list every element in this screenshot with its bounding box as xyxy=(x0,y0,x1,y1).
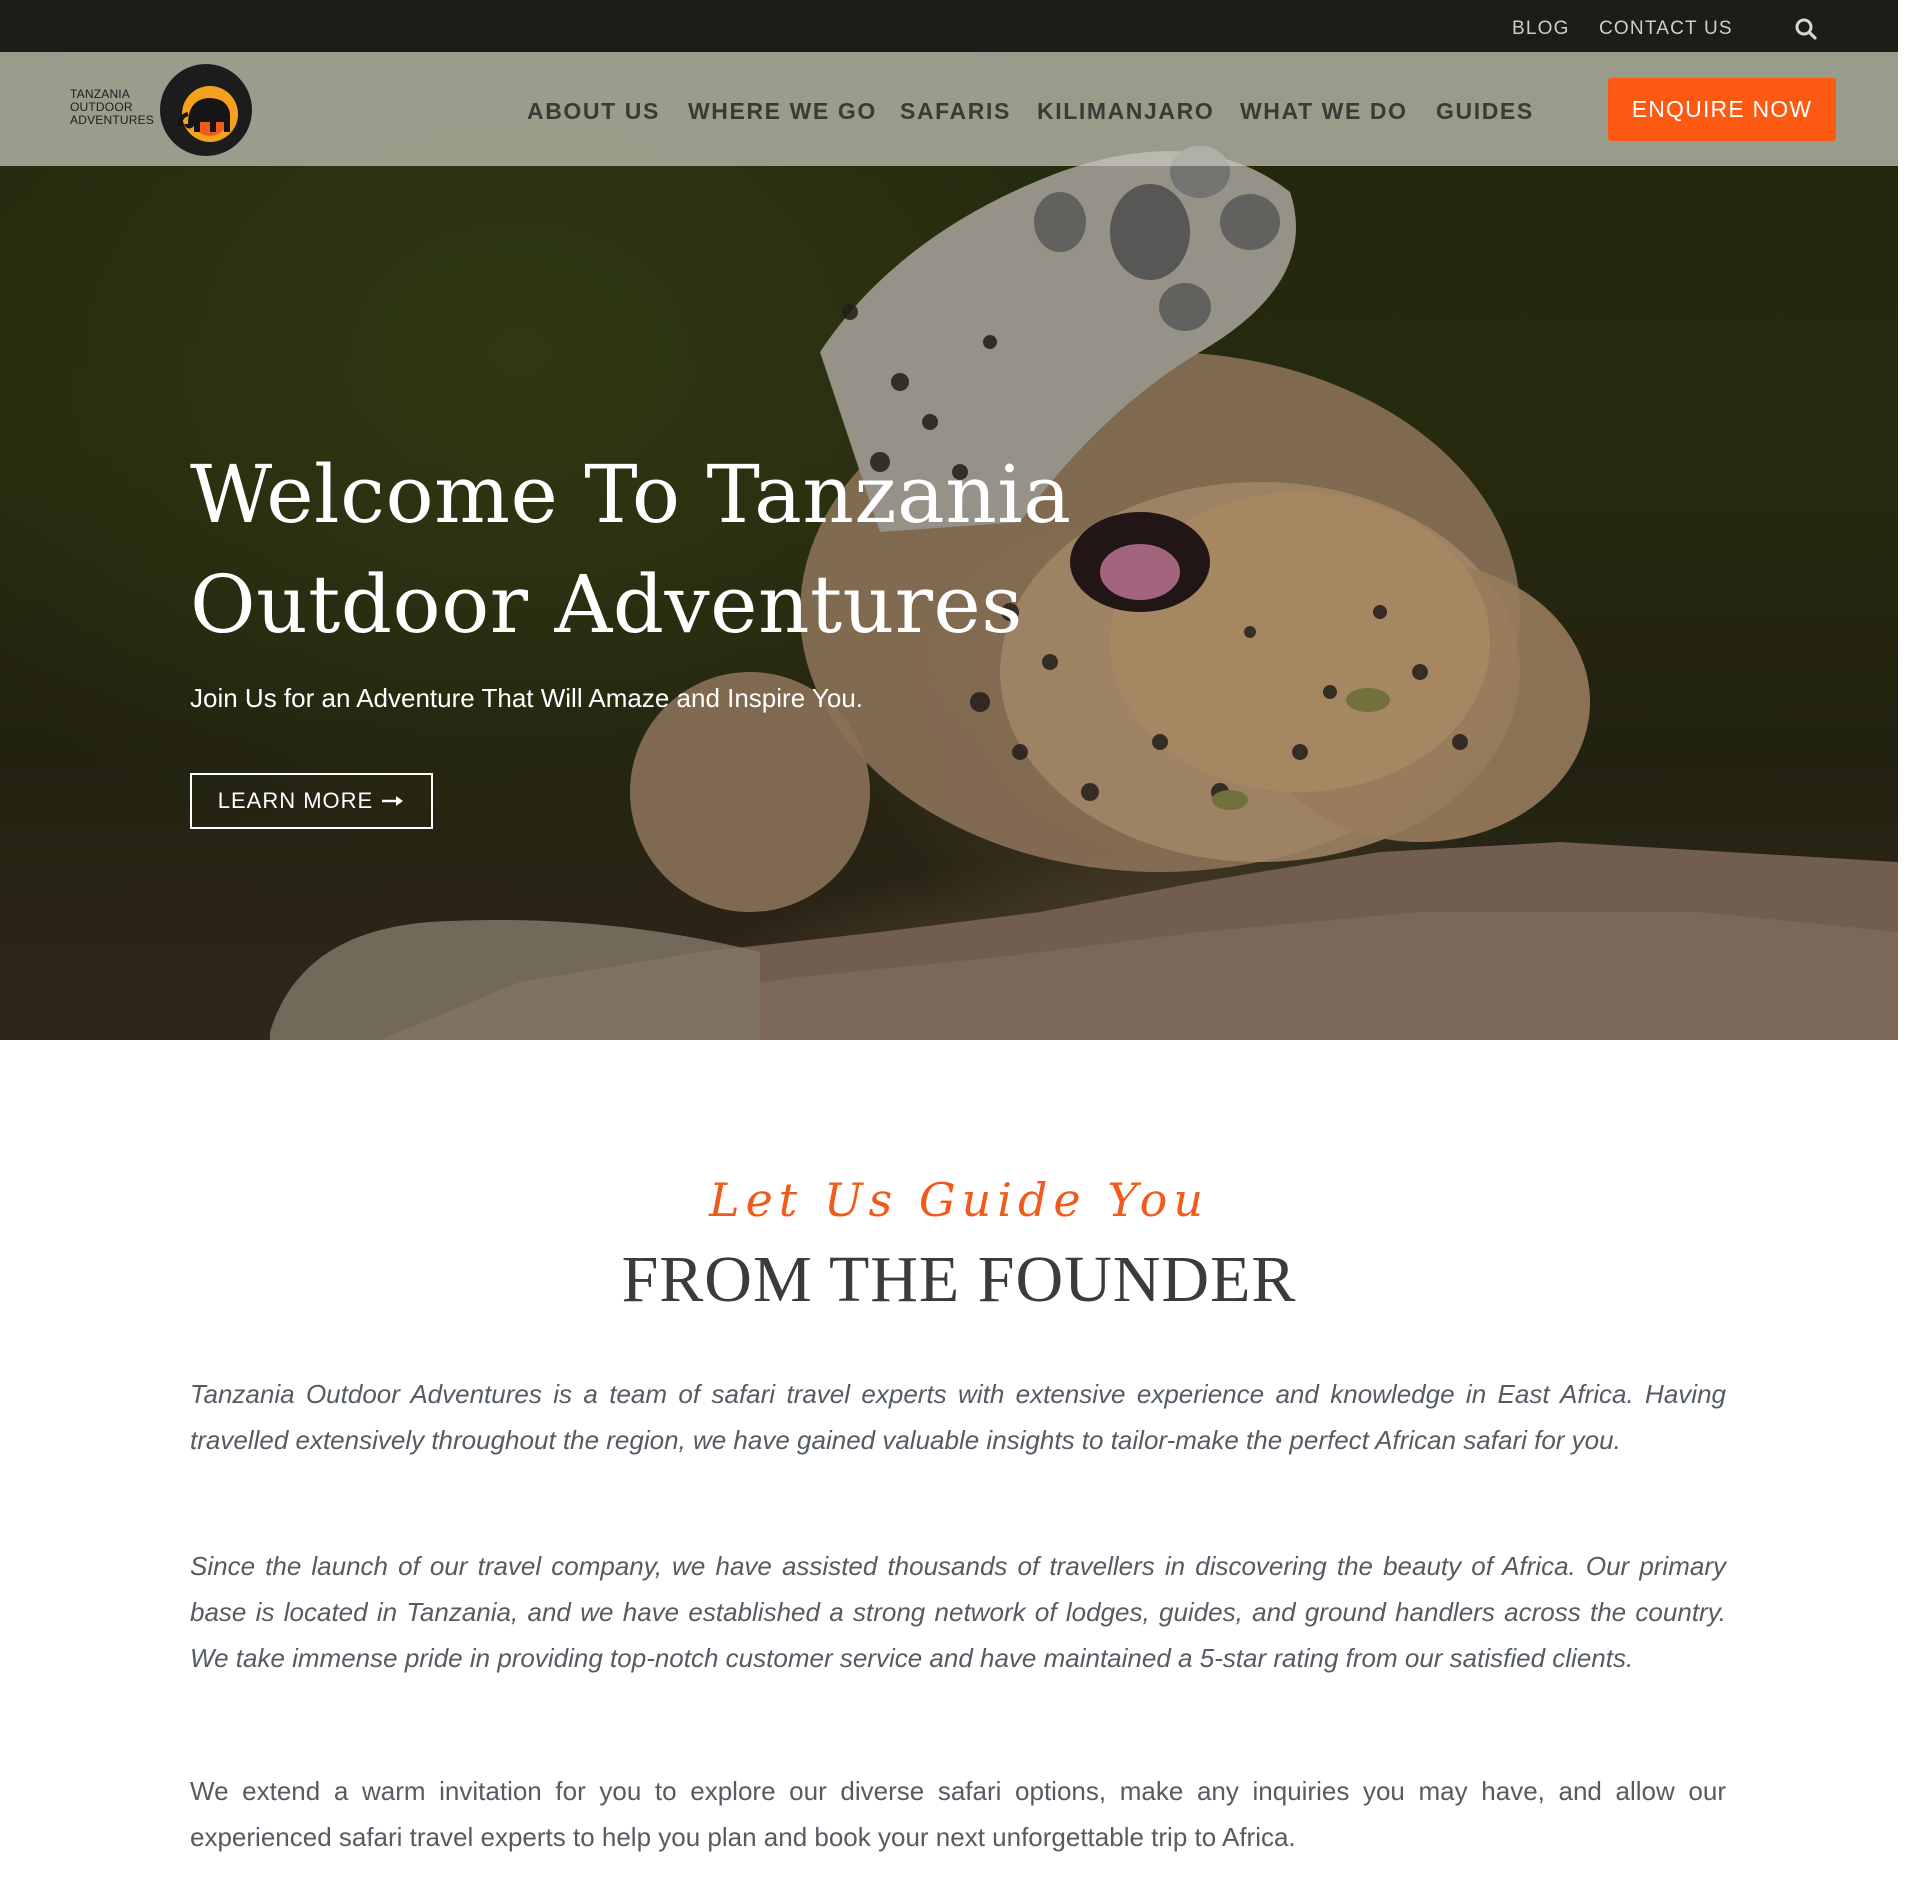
learn-more-label: LEARN MORE xyxy=(217,788,374,813)
learn-more-button[interactable]: LEARN MORE xyxy=(190,773,433,829)
elephant-badge-icon xyxy=(160,64,252,156)
hero-title: Welcome To Tanzania Outdoor Adventures xyxy=(190,440,1090,660)
logo-wordmark-line-3: ADVENTURES xyxy=(70,113,155,127)
enquire-now-button[interactable]: ENQUIRE NOW xyxy=(1608,78,1836,141)
hero-title-line-2: Outdoor Adventures xyxy=(190,558,1023,651)
hero-subtitle: Join Us for an Adventure That Will Amaze… xyxy=(190,683,864,713)
contact-us-link[interactable]: CONTACT US xyxy=(1599,18,1733,40)
main-nav: TANZANIA OUTDOOR ADVENTURES ABOUT US WHE… xyxy=(0,52,1898,166)
founder-paragraph: We extend a warm invitation for you to e… xyxy=(190,1776,1726,1852)
blog-link[interactable]: BLOG xyxy=(1512,18,1570,40)
site-logo[interactable]: TANZANIA OUTDOOR ADVENTURES xyxy=(66,60,266,160)
section-eyebrow: Let Us Guide You xyxy=(709,1173,1209,1227)
hero-title-line-1: Welcome To Tanzania xyxy=(190,448,1072,541)
nav-safaris[interactable]: SAFARIS xyxy=(900,98,1011,125)
nav-kilimanjaro[interactable]: KILIMANJARO xyxy=(1037,98,1214,125)
founder-paragraph: Tanzania Outdoor Adventures is a team of… xyxy=(190,1379,1726,1455)
arrow-right-icon xyxy=(382,796,404,806)
nav-guides[interactable]: GUIDES xyxy=(1436,98,1534,125)
nav-about-us[interactable]: ABOUT US xyxy=(527,98,660,125)
section-title: FROM THE FOUNDER xyxy=(621,1243,1297,1316)
cut-off-paragraph xyxy=(190,1876,1726,1890)
nav-what-we-do[interactable]: WHAT WE DO xyxy=(1240,98,1408,125)
nav-where-we-go[interactable]: WHERE WE GO xyxy=(688,98,877,125)
search-icon[interactable] xyxy=(1794,17,1818,41)
founder-paragraph: Since the launch of our travel company, … xyxy=(190,1551,1726,1673)
top-utility-bar: BLOG CONTACT US xyxy=(0,0,1898,52)
logo-wordmark: TANZANIA OUTDOOR ADVENTURES xyxy=(70,88,154,127)
